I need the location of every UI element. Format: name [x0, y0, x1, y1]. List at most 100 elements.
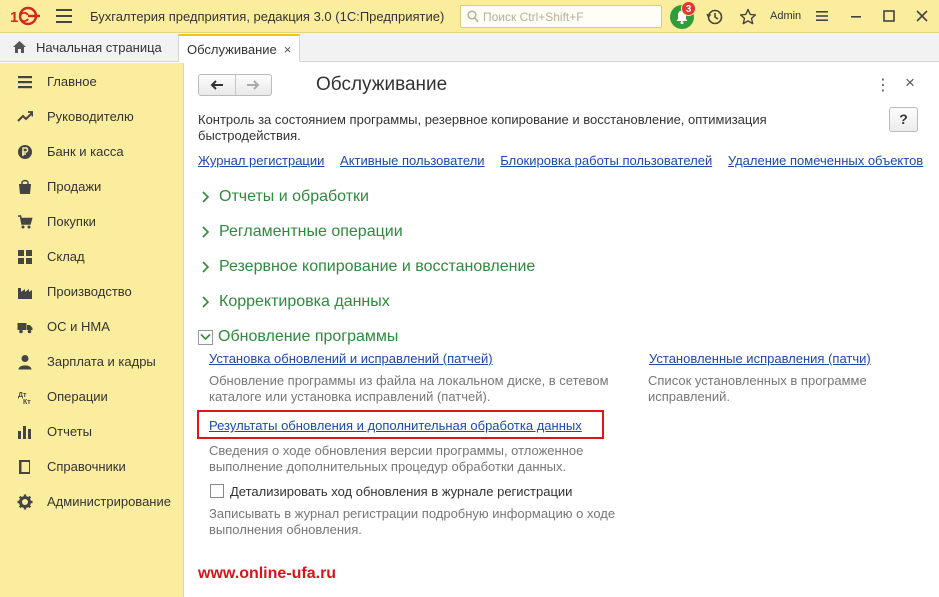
close-form-icon[interactable]: ×: [905, 73, 915, 93]
book-icon: [19, 460, 30, 474]
notifications-badge: 3: [681, 1, 696, 16]
group-program-update[interactable]: Обновление программы: [198, 328, 398, 346]
sidebar-item-warehouse[interactable]: Склад: [0, 242, 184, 272]
tab-close-icon[interactable]: ×: [284, 42, 292, 57]
search-box[interactable]: [460, 5, 662, 28]
page-title: Обслуживание: [316, 74, 448, 95]
sidebar-item-label: Склад: [47, 249, 85, 264]
sidebar-item-label: Операции: [47, 389, 108, 404]
link-active-users[interactable]: Активные пользователи: [340, 153, 485, 168]
sidebar-item-label: Главное: [47, 74, 97, 89]
menu-lines-icon: [18, 76, 32, 89]
gear-icon: [17, 494, 33, 510]
search-icon: [467, 10, 479, 23]
tab-maintenance-label: Обслуживание: [187, 41, 277, 57]
sidebar-item-label: Зарплата и кадры: [47, 354, 156, 369]
chevron-right-icon: [202, 296, 210, 308]
maximize-icon[interactable]: [881, 8, 897, 24]
sidebar-item-salary[interactable]: Зарплата и кадры: [0, 347, 184, 377]
detail-logging-description: Записывать в журнал регистрации подробну…: [209, 506, 616, 537]
truck-icon: [17, 323, 33, 334]
installed-patches-description: Список установленных в программе исправл…: [648, 373, 867, 404]
tab-maintenance[interactable]: Обслуживание ×: [178, 34, 300, 62]
person-icon: [18, 355, 32, 370]
group-label: Регламентные операции: [219, 223, 403, 240]
sidebar-item-label: Справочники: [47, 459, 126, 474]
sidebar-item-operations[interactable]: Дт Кт Операции: [0, 382, 184, 412]
sidebar-item-production[interactable]: Производство: [0, 277, 184, 307]
sidebar-item-administration[interactable]: Администрирование: [0, 487, 184, 517]
tabs-bar: Начальная страница Обслуживание ×: [0, 33, 939, 62]
main-menu-icon[interactable]: [56, 9, 72, 23]
warehouse-icon: [18, 250, 32, 264]
group-data-correction[interactable]: Корректировка данных: [199, 293, 390, 311]
app-title: Бухгалтерия предприятия, редакция 3.0 (1…: [90, 9, 445, 24]
sidebar-item-main[interactable]: Главное: [0, 67, 184, 97]
factory-icon: [18, 288, 32, 299]
minimize-icon[interactable]: [848, 8, 864, 24]
sidebar-item-fixed-assets[interactable]: ОС и НМА: [0, 312, 184, 342]
group-backup-restore[interactable]: Резервное копирование и восстановление: [199, 258, 535, 276]
tab-home-label: Начальная страница: [36, 39, 162, 55]
page-description: Контроль за состоянием программы, резерв…: [198, 112, 767, 143]
sidebar-item-label: Покупки: [47, 214, 96, 229]
install-updates-link[interactable]: Установка обновлений и исправлений (патч…: [209, 351, 493, 366]
title-bar: 1C Бухгалтерия предприятия, редакция 3.0…: [0, 0, 939, 33]
help-button[interactable]: ?: [889, 107, 918, 132]
quick-links: Журнал регистрации Активные пользователи…: [198, 153, 935, 168]
arrow-left-icon: [210, 80, 223, 90]
watermark-text: www.online-ufa.ru: [198, 565, 337, 582]
chevron-down-icon: [198, 329, 213, 345]
sidebar-item-director[interactable]: Руководителю: [0, 102, 184, 132]
more-actions-icon[interactable]: ⋮: [875, 75, 891, 95]
update-results-link[interactable]: Результаты обновления и дополнительная о…: [209, 418, 582, 433]
sidebar-item-reports[interactable]: Отчеты: [0, 417, 184, 447]
detail-logging-label[interactable]: Детализировать ход обновления в журнале …: [230, 484, 572, 499]
user-name[interactable]: Admin: [770, 10, 801, 22]
sidebar-item-label: Администрирование: [47, 494, 171, 509]
ruble-icon: [18, 145, 32, 159]
group-label: Корректировка данных: [219, 293, 390, 310]
trend-icon: [17, 111, 33, 122]
sidebar-item-purchases[interactable]: Покупки: [0, 207, 184, 237]
link-event-log[interactable]: Журнал регистрации: [198, 153, 324, 168]
arrow-right-icon: [247, 80, 260, 90]
chevron-right-icon: [202, 191, 210, 203]
chevron-right-icon: [202, 261, 210, 273]
sidebar-item-sales[interactable]: Продажи: [0, 172, 184, 202]
chevron-right-icon: [202, 226, 210, 238]
main-panel: Обслуживание ⋮ × ? Контроль за состояние…: [185, 63, 939, 597]
install-updates-description: Обновление программы из файла на локальн…: [209, 373, 609, 404]
installed-patches-link[interactable]: Установленные исправления (патчи): [649, 351, 871, 366]
forward-button[interactable]: [234, 75, 271, 95]
history-icon[interactable]: [706, 8, 724, 26]
group-reports-processing[interactable]: Отчеты и обработки: [199, 188, 369, 206]
sidebar-item-label: Руководителю: [47, 109, 134, 124]
search-input[interactable]: [483, 8, 659, 25]
settings-menu-icon[interactable]: [814, 8, 830, 24]
cart-icon: [18, 215, 33, 229]
detail-logging-checkbox[interactable]: [210, 484, 224, 498]
svg-text:Кт: Кт: [23, 399, 31, 405]
nav-buttons: [198, 74, 272, 96]
close-window-icon[interactable]: [914, 8, 930, 24]
group-scheduled-operations[interactable]: Регламентные операции: [199, 223, 403, 241]
link-user-lock[interactable]: Блокировка работы пользователей: [500, 153, 712, 168]
back-button[interactable]: [199, 75, 235, 95]
home-icon: [13, 41, 26, 53]
sidebar-item-label: Продажи: [47, 179, 102, 194]
sidebar-item-label: ОС и НМА: [47, 319, 110, 334]
sidebar: Главное Руководителю Банк и касса Продаж…: [0, 63, 184, 597]
update-results-description: Сведения о ходе обновления версии програ…: [209, 443, 584, 474]
1c-logo-icon: 1C: [10, 6, 40, 26]
bag-icon: [19, 179, 31, 194]
sidebar-item-bank[interactable]: Банк и касса: [0, 137, 184, 167]
sidebar-item-references[interactable]: Справочники: [0, 452, 184, 482]
svg-text:Дт: Дт: [18, 392, 27, 399]
tab-home[interactable]: Начальная страница: [0, 33, 175, 61]
favorites-star-icon[interactable]: [739, 8, 757, 26]
sidebar-item-label: Банк и касса: [47, 144, 124, 159]
link-delete-marked[interactable]: Удаление помеченных объектов: [728, 153, 923, 168]
group-label: Обновление программы: [218, 328, 399, 345]
group-label: Отчеты и обработки: [219, 188, 369, 205]
